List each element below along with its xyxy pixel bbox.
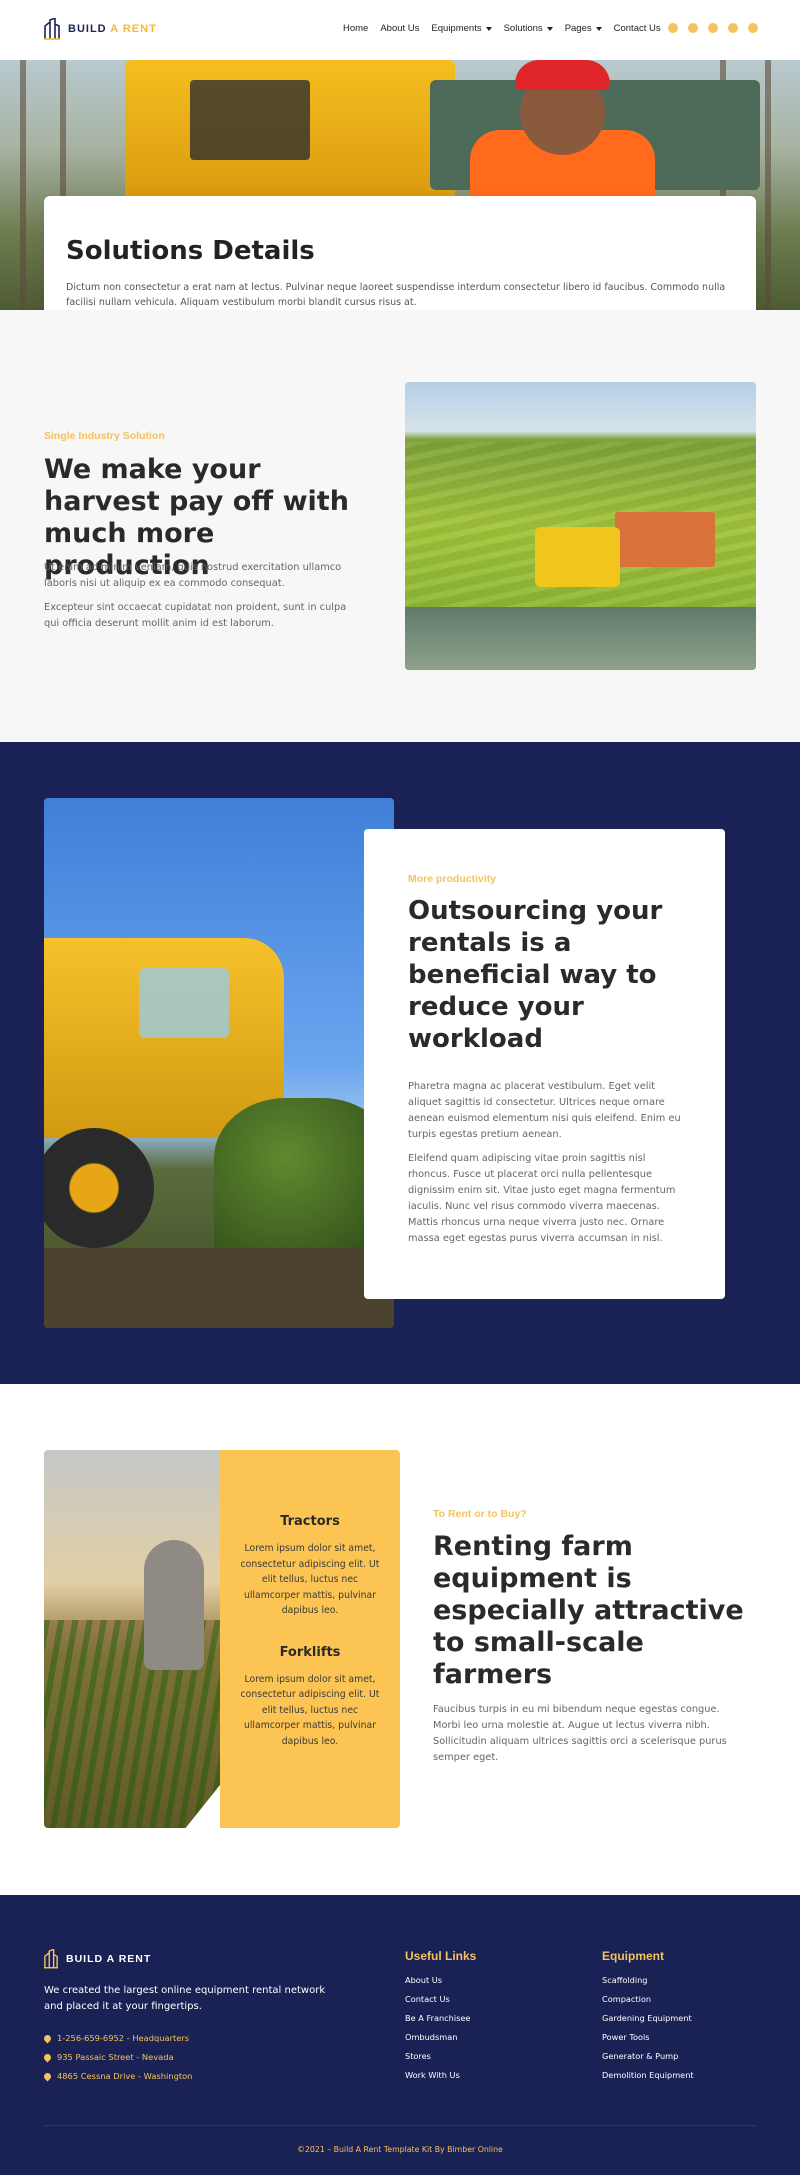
footer-logo[interactable]: BUILD A RENT [44, 1949, 151, 1969]
footer-link[interactable]: Contact Us [405, 1994, 476, 2004]
footer-column-title: Useful Links [405, 1949, 477, 1963]
section-paragraph: Ut enim ad minim veniam, quis nostrud ex… [44, 562, 342, 589]
footer-link[interactable]: Generator & Pump [602, 2051, 694, 2061]
instagram-icon[interactable] [668, 23, 678, 33]
footer-link[interactable]: Be A Franchisee [405, 2013, 476, 2023]
footer-description: We created the largest online equipment … [44, 1985, 326, 2012]
chevron-down-icon [595, 26, 602, 31]
card-text: Lorem ipsum dolor sit amet, consectetur … [240, 1543, 380, 1616]
nav-solutions[interactable]: Solutions [504, 23, 553, 34]
footer-link[interactable]: Demolition Equipment [602, 2070, 694, 2080]
section-eyebrow: To Rent or to Buy? [433, 1508, 527, 1520]
useful-links-column: Useful Links About Us Contact Us Be A Fr… [405, 1949, 476, 2089]
tractor-image [44, 798, 394, 1328]
youtube-icon[interactable] [728, 23, 738, 33]
nav-about[interactable]: About Us [380, 23, 419, 34]
chevron-down-icon [546, 26, 553, 31]
section-paragraph: Eleifend quam adipiscing vitae proin sag… [408, 1153, 676, 1244]
equipment-links-column: Equipment Scaffolding Compaction Gardeni… [602, 1949, 694, 2089]
footer-link[interactable]: Gardening Equipment [602, 2013, 694, 2023]
page-title: Solutions Details [66, 236, 315, 266]
section-paragraph: Faucibus turpis in eu mi bibendum neque … [433, 1704, 727, 1763]
contact-address[interactable]: 935 Passaic Street - Nevada [42, 2052, 192, 2062]
footer-link[interactable]: Work With Us [405, 2070, 476, 2080]
farmer-image [44, 1450, 220, 1828]
section-eyebrow: More productivity [408, 873, 497, 885]
section-eyebrow: Single Industry Solution [44, 430, 165, 442]
productivity-card: More productivity Outsourcing your renta… [364, 829, 725, 1299]
section-paragraph: Excepteur sint occaecat cupidatat non pr… [44, 602, 347, 629]
card-text: Lorem ipsum dolor sit amet, consectetur … [240, 1673, 380, 1747]
page-intro: Dictum non consectetur a erat nam at lec… [66, 282, 726, 308]
footer-link[interactable]: Scaffolding [602, 1975, 694, 1985]
footer-link[interactable]: Stores [405, 2051, 476, 2061]
section-paragraph: Pharetra magna ac placerat vestibulum. E… [408, 1081, 681, 1140]
card-title-tractors: Tractors [280, 1514, 340, 1529]
harvester-image [405, 382, 756, 670]
footer-column-title: Equipment [602, 1949, 664, 1963]
footer-link[interactable]: Ombudsman [405, 2032, 476, 2042]
footer-link[interactable]: Compaction [602, 1994, 694, 2004]
footer-contacts: 1-256-659-6952 - Headquarters 935 Passai… [42, 2033, 192, 2081]
productivity-section: More productivity Outsourcing your renta… [0, 742, 800, 1384]
section-heading: Outsourcing your rentals is a beneficial… [408, 896, 663, 1054]
building-logo-icon [44, 18, 60, 40]
card-title-forklifts: Forklifts [279, 1644, 341, 1660]
page: { "header": { "logo_part1": "BUILD", "lo… [0, 0, 800, 2175]
site-header: BUILD A RENT Home About Us Equipments So… [0, 0, 800, 60]
harvest-section: Single Industry Solution We make your ha… [0, 310, 800, 742]
logo-text: BUILD A RENT [68, 23, 157, 35]
rent-or-buy-section: Tractors Lorem ipsum dolor sit amet, con… [0, 1384, 800, 1895]
contact-address[interactable]: 4865 Cessna Drive - Washington [42, 2071, 192, 2081]
map-pin-icon [42, 2052, 53, 2062]
site-footer: BUILD A RENT We created the largest onli… [0, 1895, 800, 2175]
footer-logo-text: BUILD A RENT [66, 1953, 152, 1965]
building-logo-icon [44, 1949, 58, 1969]
footer-divider [44, 2125, 756, 2126]
nav-contact[interactable]: Contact Us [614, 23, 661, 34]
twitter-icon[interactable] [708, 23, 718, 33]
section-heading: Renting farm equipment is especially att… [433, 1531, 744, 1690]
copyright: ©2021 – Build A Rent Template Kit By Bim… [297, 2145, 503, 2154]
chevron-down-icon [485, 26, 492, 31]
dribbble-icon[interactable] [748, 23, 758, 33]
nav-equipments[interactable]: Equipments [431, 23, 492, 34]
site-logo[interactable]: BUILD A RENT [44, 18, 157, 40]
footer-link[interactable]: About Us [405, 1975, 476, 1985]
equipment-types-card: Tractors Lorem ipsum dolor sit amet, con… [220, 1450, 400, 1828]
facebook-icon[interactable] [688, 23, 698, 33]
main-nav: Home About Us Equipments Solutions Pages… [343, 23, 661, 34]
contact-phone[interactable]: 1-256-659-6952 - Headquarters [42, 2033, 192, 2043]
nav-home[interactable]: Home [343, 23, 368, 34]
social-links [668, 23, 758, 33]
footer-link[interactable]: Power Tools [602, 2032, 694, 2042]
map-pin-icon [42, 2071, 53, 2081]
nav-pages[interactable]: Pages [565, 23, 602, 34]
phone-icon [42, 2033, 53, 2043]
